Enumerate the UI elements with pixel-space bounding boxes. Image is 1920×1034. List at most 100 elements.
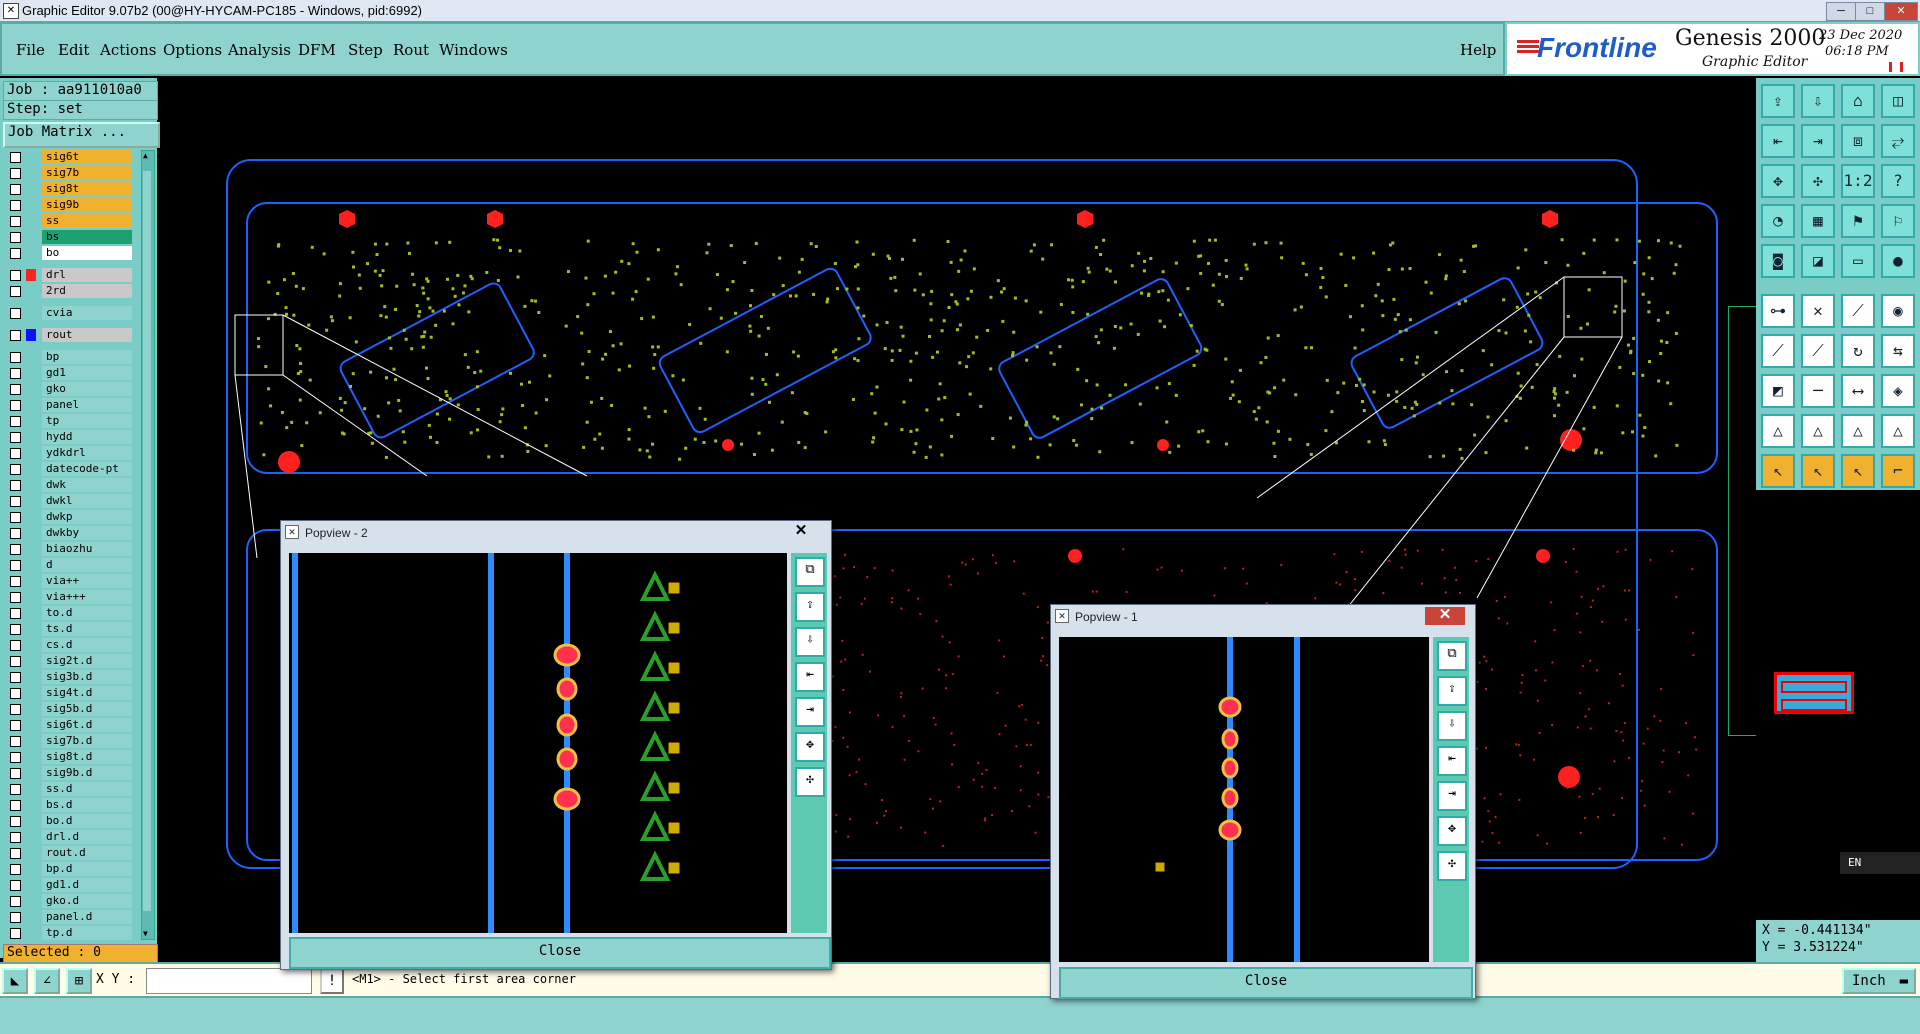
popview-tool-6-icon[interactable]: ✥: [1437, 816, 1467, 846]
popview-2-window[interactable]: ✕ Popview - 2 ✕ ⧉ ⇪ ⇩ ⇤ ⇥ ✥ ✣ Close: [280, 520, 832, 970]
menu-step[interactable]: Step: [348, 41, 383, 59]
tool-button-9-icon[interactable]: ✥: [1761, 164, 1795, 198]
layer-swatch[interactable]: [26, 703, 36, 715]
layer-checkbox[interactable]: [10, 248, 21, 259]
message-icon[interactable]: !: [320, 968, 344, 994]
popview-2-title-bar[interactable]: ✕ Popview - 2: [281, 521, 831, 543]
popview-tool-3-icon[interactable]: ⇩: [795, 627, 825, 657]
layer-swatch[interactable]: [26, 351, 36, 363]
scroll-up-icon[interactable]: ▲: [143, 151, 151, 161]
layer-swatch[interactable]: [26, 831, 36, 843]
layer-swatch[interactable]: [26, 751, 36, 763]
tool-button-17-icon[interactable]: ◙: [1761, 244, 1795, 278]
popview-tool-2-icon[interactable]: ⇪: [795, 592, 825, 622]
layer-swatch[interactable]: [26, 183, 36, 195]
layer-checkbox[interactable]: [10, 928, 21, 939]
layer-checkbox[interactable]: [10, 308, 21, 319]
layer-checkbox[interactable]: [10, 448, 21, 459]
layer-checkbox[interactable]: [10, 864, 21, 875]
layer-checkbox[interactable]: [10, 624, 21, 635]
layer-swatch[interactable]: [26, 783, 36, 795]
popview-tool-6-icon[interactable]: ✥: [795, 732, 825, 762]
layer-row-ss-d[interactable]: ss.d: [6, 782, 132, 796]
menu-help[interactable]: Help: [1460, 41, 1496, 59]
tool-button-1-icon[interactable]: ⇪: [1761, 84, 1795, 118]
layer-row-2rd[interactable]: 2rd: [6, 284, 132, 298]
tool-button-3-icon[interactable]: ⌂: [1841, 84, 1875, 118]
popview-tool-5-icon[interactable]: ⇥: [795, 697, 825, 727]
menu-rout[interactable]: Rout: [393, 41, 429, 59]
popview-tool-7-icon[interactable]: ✣: [795, 767, 825, 797]
layer-checkbox[interactable]: [10, 736, 21, 747]
layer-swatch[interactable]: [26, 543, 36, 555]
zoom-fit-icon[interactable]: ◣: [2, 968, 28, 994]
layer-swatch[interactable]: [26, 431, 36, 443]
layer-checkbox[interactable]: [10, 832, 21, 843]
layer-checkbox[interactable]: [10, 608, 21, 619]
tool-button-13-icon[interactable]: ◔: [1761, 204, 1795, 238]
layer-checkbox[interactable]: [10, 496, 21, 507]
scroll-down-icon[interactable]: ▼: [143, 929, 151, 939]
tool-button-11-icon[interactable]: 1:2: [1841, 164, 1875, 198]
window-title-bar[interactable]: ✕ Graphic Editor 9.07b2 (00@HY-HYCAM-PC1…: [0, 0, 1920, 22]
tool-button-16-icon[interactable]: ⚐: [1881, 204, 1915, 238]
layer-swatch[interactable]: [26, 879, 36, 891]
layer-swatch[interactable]: [26, 415, 36, 427]
tool-button-23-icon[interactable]: ⟋: [1841, 294, 1875, 328]
popview-tool-4-icon[interactable]: ⇤: [1437, 746, 1467, 776]
layer-row-panel-d[interactable]: panel.d: [6, 910, 132, 924]
popview-tool-3-icon[interactable]: ⇩: [1437, 711, 1467, 741]
layer-swatch[interactable]: [26, 927, 36, 939]
tool-button-39-icon[interactable]: ↖: [1841, 454, 1875, 488]
popview-1-title-bar[interactable]: ✕ Popview - 1: [1051, 605, 1475, 627]
scroll-thumb[interactable]: [143, 171, 151, 911]
tool-button-36-icon[interactable]: △: [1881, 414, 1915, 448]
layer-swatch[interactable]: [26, 215, 36, 227]
menu-file[interactable]: File: [16, 41, 45, 59]
tool-button-6-icon[interactable]: ⇥: [1801, 124, 1835, 158]
layer-checkbox[interactable]: [10, 168, 21, 179]
layer-row-gko-d[interactable]: gko.d: [6, 894, 132, 908]
layer-checkbox[interactable]: [10, 880, 21, 891]
tool-button-14-icon[interactable]: ▦: [1801, 204, 1835, 238]
layer-checkbox[interactable]: [10, 432, 21, 443]
popview-tool-4-icon[interactable]: ⇤: [795, 662, 825, 692]
layer-checkbox[interactable]: [10, 560, 21, 571]
popview-tool-5-icon[interactable]: ⇥: [1437, 781, 1467, 811]
layer-checkbox[interactable]: [10, 896, 21, 907]
minimize-button[interactable]: ─: [1826, 2, 1856, 21]
layer-checkbox[interactable]: [10, 528, 21, 539]
tool-button-8-icon[interactable]: ⥂: [1881, 124, 1915, 158]
menu-analysis[interactable]: Analysis: [228, 41, 291, 59]
layer-checkbox[interactable]: [10, 480, 21, 491]
layer-checkbox[interactable]: [10, 232, 21, 243]
layer-checkbox[interactable]: [10, 784, 21, 795]
layer-swatch[interactable]: [26, 463, 36, 475]
layer-row-gd1[interactable]: gd1: [6, 366, 132, 380]
layer-checkbox[interactable]: [10, 640, 21, 651]
popview-tool-1-icon[interactable]: ⧉: [1437, 641, 1467, 671]
layer-checkbox[interactable]: [10, 512, 21, 523]
layer-row-gko[interactable]: gko: [6, 382, 132, 396]
tool-button-20-icon[interactable]: ●: [1881, 244, 1915, 278]
layer-row-drl-d[interactable]: drl.d: [6, 830, 132, 844]
layer-row-sig2t-d[interactable]: sig2t.d: [6, 654, 132, 668]
layer-swatch[interactable]: [26, 329, 36, 341]
grid-icon[interactable]: ⊞: [66, 968, 92, 994]
tool-button-25-icon[interactable]: ⟋: [1761, 334, 1795, 368]
tool-button-37-icon[interactable]: ↖: [1761, 454, 1795, 488]
layer-row-sig7b-d[interactable]: sig7b.d: [6, 734, 132, 748]
layer-preview-thumbnail[interactable]: [1774, 672, 1854, 714]
layer-checkbox[interactable]: [10, 688, 21, 699]
layer-swatch[interactable]: [26, 815, 36, 827]
tool-button-33-icon[interactable]: △: [1761, 414, 1795, 448]
layer-swatch[interactable]: [26, 231, 36, 243]
layer-swatch[interactable]: [26, 167, 36, 179]
maximize-button[interactable]: □: [1855, 2, 1885, 21]
layer-swatch[interactable]: [26, 607, 36, 619]
tool-button-40-icon[interactable]: ⌐: [1881, 454, 1915, 488]
layer-checkbox[interactable]: [10, 200, 21, 211]
tool-button-22-icon[interactable]: ✕: [1801, 294, 1835, 328]
menu-edit[interactable]: Edit: [58, 41, 89, 59]
layer-swatch[interactable]: [26, 655, 36, 667]
